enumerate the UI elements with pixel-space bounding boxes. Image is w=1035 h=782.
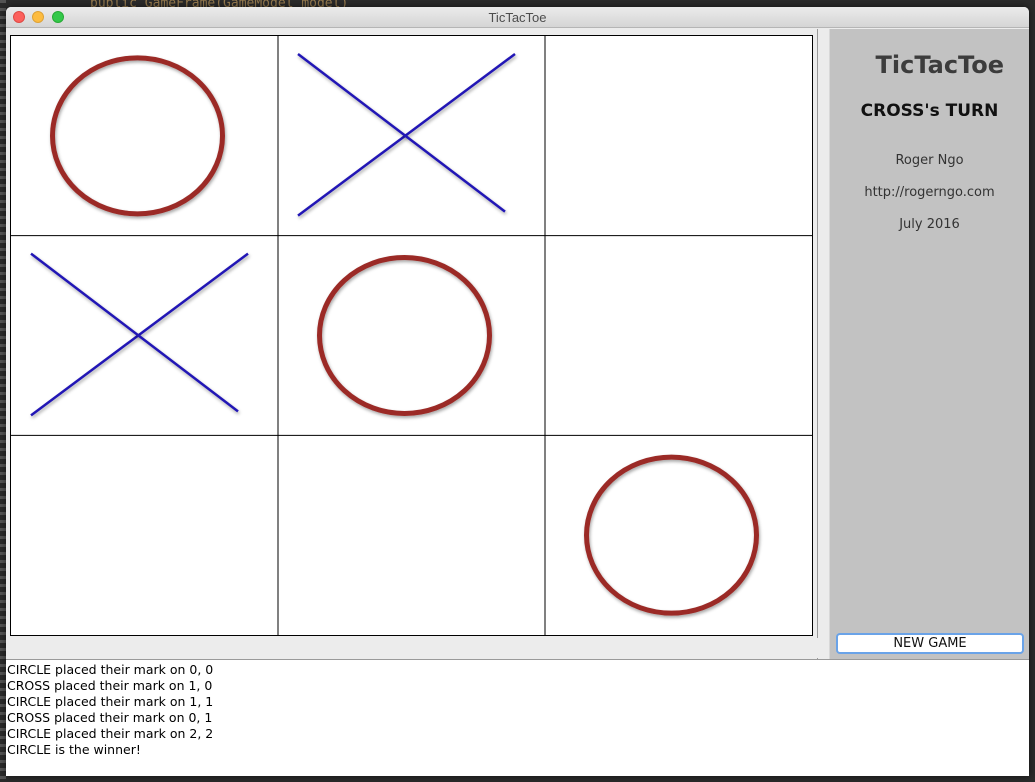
side-panel: TicTacToe CROSS's TURN Roger Ngo http://… — [829, 29, 1029, 659]
board-cell-0-2[interactable] — [545, 36, 812, 236]
app-title: TicTacToe — [875, 51, 1004, 79]
log-line: CROSS placed their mark on 0, 1 — [7, 710, 213, 725]
board-cell-1-0[interactable] — [11, 236, 278, 436]
author-label: Roger Ngo — [895, 153, 964, 168]
log-line: CROSS placed their mark on 1, 0 — [7, 678, 213, 693]
window-title: TicTacToe — [488, 10, 547, 25]
board-cell-0-1[interactable] — [278, 36, 545, 236]
board-panel — [6, 29, 818, 659]
game-board — [10, 35, 813, 636]
turn-indicator: CROSS's TURN — [860, 101, 999, 121]
game-log[interactable]: CIRCLE placed their mark on 0, 0 CROSS pl… — [6, 659, 1029, 776]
board-canvas — [11, 36, 812, 635]
log-line: CIRCLE placed their mark on 2, 2 — [7, 726, 214, 741]
website-label: http://rogerngo.com — [864, 185, 995, 200]
log-line: CIRCLE is the winner! — [7, 742, 141, 757]
title-bar: TicTacToe — [6, 7, 1029, 28]
log-line: CIRCLE placed their mark on 1, 1 — [7, 694, 214, 709]
app-window: TicTacToe TicTacToe CROSS's TURN Roger N… — [6, 7, 1029, 776]
board-cell-2-1[interactable] — [278, 435, 545, 635]
new-game-button[interactable]: NEW GAME — [836, 633, 1024, 654]
board-cell-2-0[interactable] — [11, 435, 278, 635]
board-panel-footer — [6, 638, 818, 658]
log-line: CIRCLE placed their mark on 0, 0 — [7, 662, 214, 677]
date-label: July 2016 — [899, 217, 960, 232]
board-cell-1-2[interactable] — [545, 236, 812, 436]
